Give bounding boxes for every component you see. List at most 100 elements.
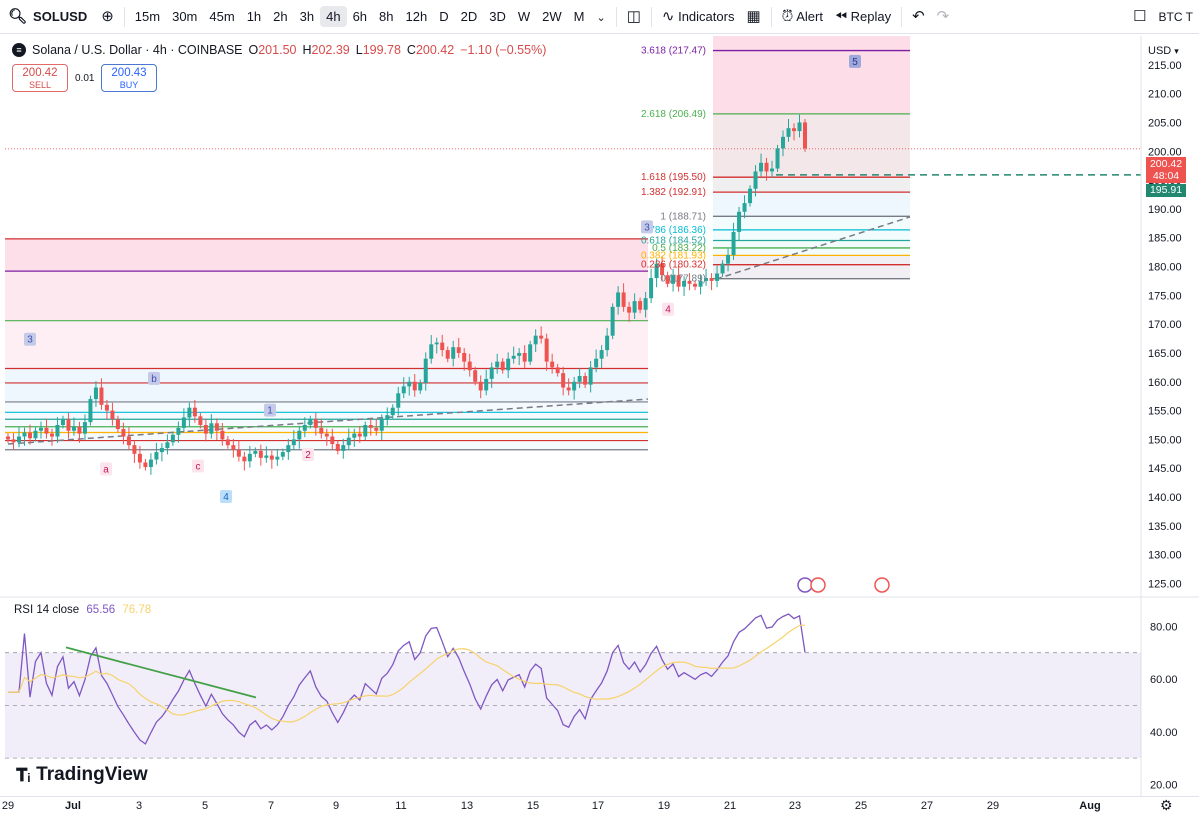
interval-w[interactable]: W [512, 6, 536, 27]
interval-6h[interactable]: 6h [347, 6, 373, 27]
candle-body [737, 211, 742, 232]
candle-body [522, 352, 527, 362]
fib-extension-zone [713, 255, 910, 279]
price-tick-label: 145.00 [1148, 463, 1182, 475]
fib-extension-label: 0 (177.89) [660, 274, 706, 285]
price-tick-label: 125.00 [1148, 578, 1182, 590]
candle-body [346, 437, 351, 446]
candle-body [555, 367, 560, 374]
chevron-down-icon: ⌄ [596, 12, 606, 24]
candle-body [742, 203, 747, 212]
time-tick-label: 15 [526, 800, 540, 812]
candle-body [720, 263, 725, 274]
candle-body [247, 453, 252, 462]
candle-body [55, 424, 60, 437]
candle-body [638, 301, 643, 310]
candles-icon: ◫ [626, 8, 641, 25]
candle-body [236, 449, 241, 457]
price-tick-label: 215.00 [1148, 60, 1182, 72]
interval-dropdown-button[interactable]: ⌄ [590, 6, 611, 27]
fib-extension-label: 0.236 (180.32) [641, 260, 706, 271]
candle-body [797, 122, 802, 132]
candle-body [511, 355, 516, 359]
interval-12h[interactable]: 12h [400, 6, 434, 27]
interval-4h[interactable]: 4h [320, 6, 347, 27]
event-marker-icon [874, 577, 890, 593]
price-tick-label: 205.00 [1148, 117, 1182, 129]
time-tick-label: 3 [135, 800, 143, 812]
candle-body [269, 455, 274, 460]
interval-45m[interactable]: 45m [203, 6, 240, 27]
price-tick-label: 160.00 [1148, 377, 1182, 389]
candle-body [440, 342, 445, 351]
symbol-search[interactable]: 🔍︎ SOLUSD [0, 9, 95, 24]
chart-legend: ≡ Solana / U.S. Dollar · 4h · COINBASE O… [12, 43, 546, 57]
chart-type-button[interactable]: ◫ [621, 6, 647, 27]
sell-price: 200.42 [22, 67, 58, 79]
interval-list: 15m 30m 45m 1h 2h 3h 4h 6h 8h 12h D 2D 3D W 2W M [129, 6, 591, 27]
sell-button[interactable]: 200.42 SELL [12, 64, 68, 92]
candle-body [792, 128, 797, 132]
settings-icon[interactable]: ⚙︎ [1160, 797, 1173, 814]
undo-button[interactable]: ↶ [906, 6, 931, 27]
compare-checkbox[interactable]: ☐ [1127, 6, 1152, 27]
interval-2h[interactable]: 2h [267, 6, 293, 27]
candle-body [291, 439, 296, 446]
interval-8h[interactable]: 8h [373, 6, 399, 27]
price-tick-label: 150.00 [1148, 434, 1182, 446]
time-tick-label: 21 [723, 800, 737, 812]
tradingview-logo-text: TradingView [36, 764, 148, 785]
candle-body [110, 410, 115, 420]
candle-body [335, 444, 340, 451]
candle-body [357, 433, 362, 437]
candle-body [187, 407, 192, 418]
interval-30m[interactable]: 30m [166, 6, 203, 27]
alert-label: Alert [796, 9, 823, 24]
buy-button[interactable]: 200.43 BUY [101, 64, 157, 92]
time-tick-label: 23 [788, 800, 802, 812]
candle-body [390, 407, 395, 416]
event-marker-icon [810, 577, 826, 593]
candle-body [412, 381, 417, 391]
layouts-button[interactable]: ▦ [740, 6, 766, 27]
interval-1h[interactable]: 1h [241, 6, 267, 27]
interval-2w[interactable]: 2W [536, 6, 568, 27]
candle-body [753, 171, 758, 189]
candle-body [517, 352, 522, 356]
rsi-tick-label: 20.00 [1150, 779, 1178, 791]
replay-button[interactable]: ⏪︎ Replay [829, 6, 897, 27]
time-tick-label: 25 [854, 800, 868, 812]
divider [615, 6, 617, 27]
open-value: 201.50 [258, 43, 297, 57]
candle-body [368, 424, 373, 428]
interval-d[interactable]: D [433, 6, 454, 27]
redo-button[interactable]: ↷ [931, 6, 956, 27]
alert-button[interactable]: ⏰︎ Alert [776, 6, 829, 27]
interval-2d[interactable]: 2D [455, 6, 484, 27]
interval-3d[interactable]: 3D [483, 6, 512, 27]
candle-body [500, 361, 505, 371]
interval-m[interactable]: M [568, 6, 591, 27]
candle-body [154, 452, 159, 460]
candle-body [137, 453, 142, 463]
candle-body [577, 376, 582, 382]
time-tick-label: 7 [267, 800, 275, 812]
spread-value: 0.01 [75, 73, 95, 84]
wave-label: 4 [665, 305, 671, 316]
currency-label: USD [1148, 45, 1172, 57]
interval-15m[interactable]: 15m [129, 6, 166, 27]
chart-canvas[interactable]: 3.618 (217.47) 2.618 (206.49) 1.618 (195.5… [0, 35, 1199, 818]
grid-icon: ▦ [746, 8, 761, 25]
candle-body [363, 424, 368, 437]
currency-selector[interactable]: USD ▾ [1148, 45, 1179, 57]
candle-body [214, 423, 219, 431]
rsi-value: 65.56 [86, 604, 116, 616]
time-axis[interactable]: 29 Jul 3 5 7 9 11 13 15 17 19 21 23 25 27 29 Aug [0, 796, 1199, 818]
candle-body [181, 417, 186, 428]
candle-body [379, 419, 384, 431]
indicators-button[interactable]: ∿ Indicators [656, 6, 741, 27]
high-value: 202.39 [311, 43, 350, 57]
add-symbol-button[interactable]: ⊕ [95, 6, 120, 27]
candle-body [209, 423, 214, 434]
interval-3h[interactable]: 3h [294, 6, 320, 27]
